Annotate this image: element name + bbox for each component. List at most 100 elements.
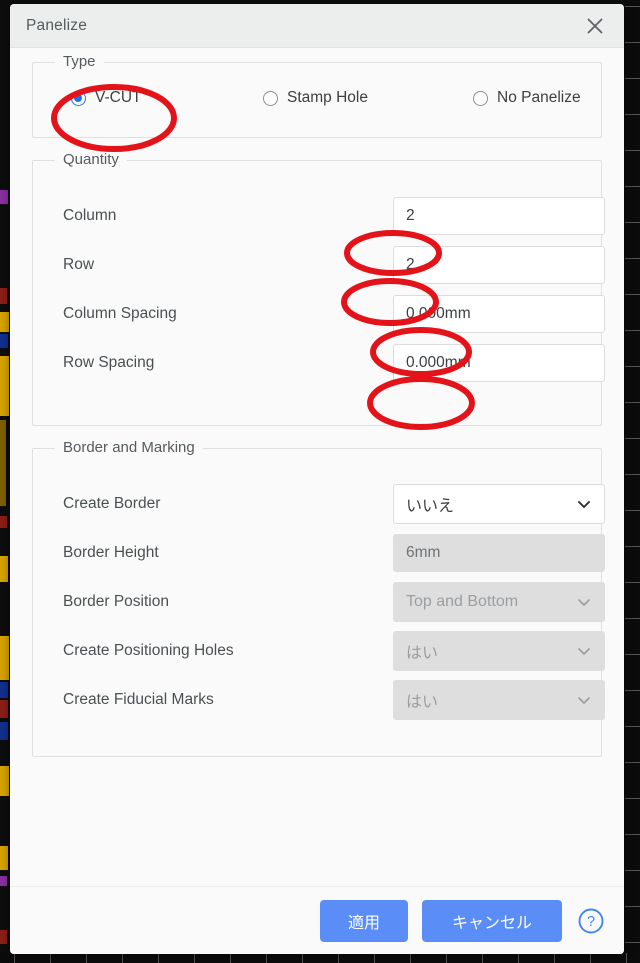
positioning-holes-value: はい — [406, 644, 439, 662]
radio-v-cut[interactable]: V-CUT — [53, 89, 263, 107]
ruler-tick — [625, 186, 640, 187]
chevron-down-icon — [576, 692, 592, 708]
column-input[interactable]: 2 — [393, 196, 605, 235]
field-row-column-spacing: Column Spacing 0.000mm — [53, 289, 605, 338]
field-row-create-border: Create Border いいえ — [53, 479, 605, 528]
field-row-row: Row 2 — [53, 240, 605, 289]
ruler-tick — [158, 953, 159, 963]
field-row-column: Column 2 — [53, 191, 605, 240]
ruler-tick — [554, 953, 555, 963]
ruler-tick — [194, 953, 195, 963]
row-spacing-input[interactable]: 0.000mm — [393, 343, 605, 382]
ruler-tick — [122, 953, 123, 963]
border-group-legend: Border and Marking — [55, 439, 203, 456]
ruler-tick — [625, 474, 640, 475]
radio-no-panelize[interactable]: No Panelize — [473, 89, 581, 107]
border-height-input: 6mm — [393, 533, 605, 572]
pcb-artwork — [0, 288, 7, 304]
border-position-select: Top and Bottom — [393, 581, 605, 622]
pcb-artwork — [0, 876, 7, 886]
cancel-button[interactable]: キャンセル — [422, 899, 562, 942]
ruler-tick — [86, 953, 87, 963]
radio-label: Stamp Hole — [287, 89, 368, 106]
panelize-dialog: Panelize Type V-CUT Stamp Hole No Paneli… — [10, 4, 624, 954]
ruler-tick — [626, 953, 627, 963]
dialog-title: Panelize — [26, 16, 88, 34]
field-row-border-position: Border Position Top and Bottom — [53, 577, 605, 626]
vertical-ruler — [625, 0, 640, 963]
pcb-artwork — [0, 420, 6, 506]
radio-mark-icon — [71, 90, 86, 106]
radio-mark-icon — [263, 90, 278, 106]
ruler-tick — [625, 654, 640, 655]
label-create-fiducial-marks: Create Fiducial Marks — [63, 690, 214, 708]
ruler-tick — [14, 953, 15, 963]
pcb-artwork — [0, 722, 8, 740]
label-row: Row — [63, 255, 95, 273]
ruler-tick — [625, 150, 640, 151]
quantity-group-legend: Quantity — [55, 151, 127, 168]
ruler-tick — [625, 438, 640, 439]
control-row-spacing: 0.000mm — [393, 343, 605, 382]
ruler-tick — [374, 953, 375, 963]
ruler-tick — [625, 114, 640, 115]
svg-text:?: ? — [587, 914, 595, 930]
field-row-row-spacing: Row Spacing 0.000mm — [53, 338, 605, 387]
label-row-spacing: Row Spacing — [63, 353, 155, 371]
ruler-tick — [625, 906, 640, 907]
ruler-tick — [625, 726, 640, 727]
radio-label: V-CUT — [95, 89, 142, 106]
label-create-positioning-holes: Create Positioning Holes — [63, 641, 234, 659]
create-border-select[interactable]: いいえ — [393, 483, 605, 524]
control-positioning-holes: はい — [393, 630, 605, 671]
chevron-down-icon — [576, 594, 592, 610]
radio-label: No Panelize — [497, 89, 581, 106]
ruler-tick — [482, 953, 483, 963]
column-spacing-input[interactable]: 0.000mm — [393, 294, 605, 333]
control-fiducial-marks: はい — [393, 679, 605, 720]
ruler-tick — [625, 402, 640, 403]
control-column: 2 — [393, 196, 605, 235]
radio-stamp-hole[interactable]: Stamp Hole — [263, 89, 473, 107]
control-border-height: 6mm — [393, 533, 605, 572]
label-create-border: Create Border — [63, 494, 161, 512]
horizontal-ruler — [0, 953, 640, 963]
ruler-tick — [625, 78, 640, 79]
dialog-body: Type V-CUT Stamp Hole No Panelize Quanti… — [10, 48, 624, 886]
ruler-tick — [625, 546, 640, 547]
radio-mark-icon — [473, 90, 488, 106]
row-input[interactable]: 2 — [393, 245, 605, 284]
type-group-legend: Type — [55, 53, 104, 70]
pcb-artwork — [0, 930, 7, 944]
control-border-position: Top and Bottom — [393, 581, 605, 622]
ruler-tick — [590, 953, 591, 963]
create-fiducial-marks-select: はい — [393, 679, 605, 720]
ruler-tick — [625, 870, 640, 871]
border-position-value: Top and Bottom — [406, 592, 519, 610]
border-marking-group: Border and Marking Create Border いいえ Bor… — [32, 439, 605, 757]
ruler-tick — [625, 6, 640, 7]
ruler-tick — [625, 762, 640, 763]
pcb-artwork — [0, 556, 8, 582]
type-radio-group: V-CUT Stamp Hole No Panelize — [53, 89, 581, 107]
pcb-artwork — [0, 700, 8, 718]
ruler-tick — [625, 690, 640, 691]
ruler-tick — [518, 953, 519, 963]
apply-button[interactable]: 適用 — [320, 899, 408, 942]
label-column-spacing: Column Spacing — [63, 304, 177, 322]
create-border-value: いいえ — [406, 497, 455, 515]
ruler-tick — [266, 953, 267, 963]
ruler-tick — [230, 953, 231, 963]
type-group: Type V-CUT Stamp Hole No Panelize — [32, 53, 602, 138]
field-row-border-height: Border Height 6mm — [53, 528, 605, 577]
control-column-spacing: 0.000mm — [393, 294, 605, 333]
help-circle-icon[interactable]: ? — [576, 906, 606, 936]
label-border-position: Border Position — [63, 592, 169, 610]
dialog-titlebar: Panelize — [10, 4, 624, 48]
pcb-artwork — [0, 312, 9, 332]
field-row-fiducial-marks: Create Fiducial Marks はい — [53, 675, 605, 724]
close-icon[interactable] — [578, 9, 612, 43]
ruler-tick — [446, 953, 447, 963]
fiducial-marks-value: はい — [406, 693, 439, 711]
ruler-tick — [625, 582, 640, 583]
